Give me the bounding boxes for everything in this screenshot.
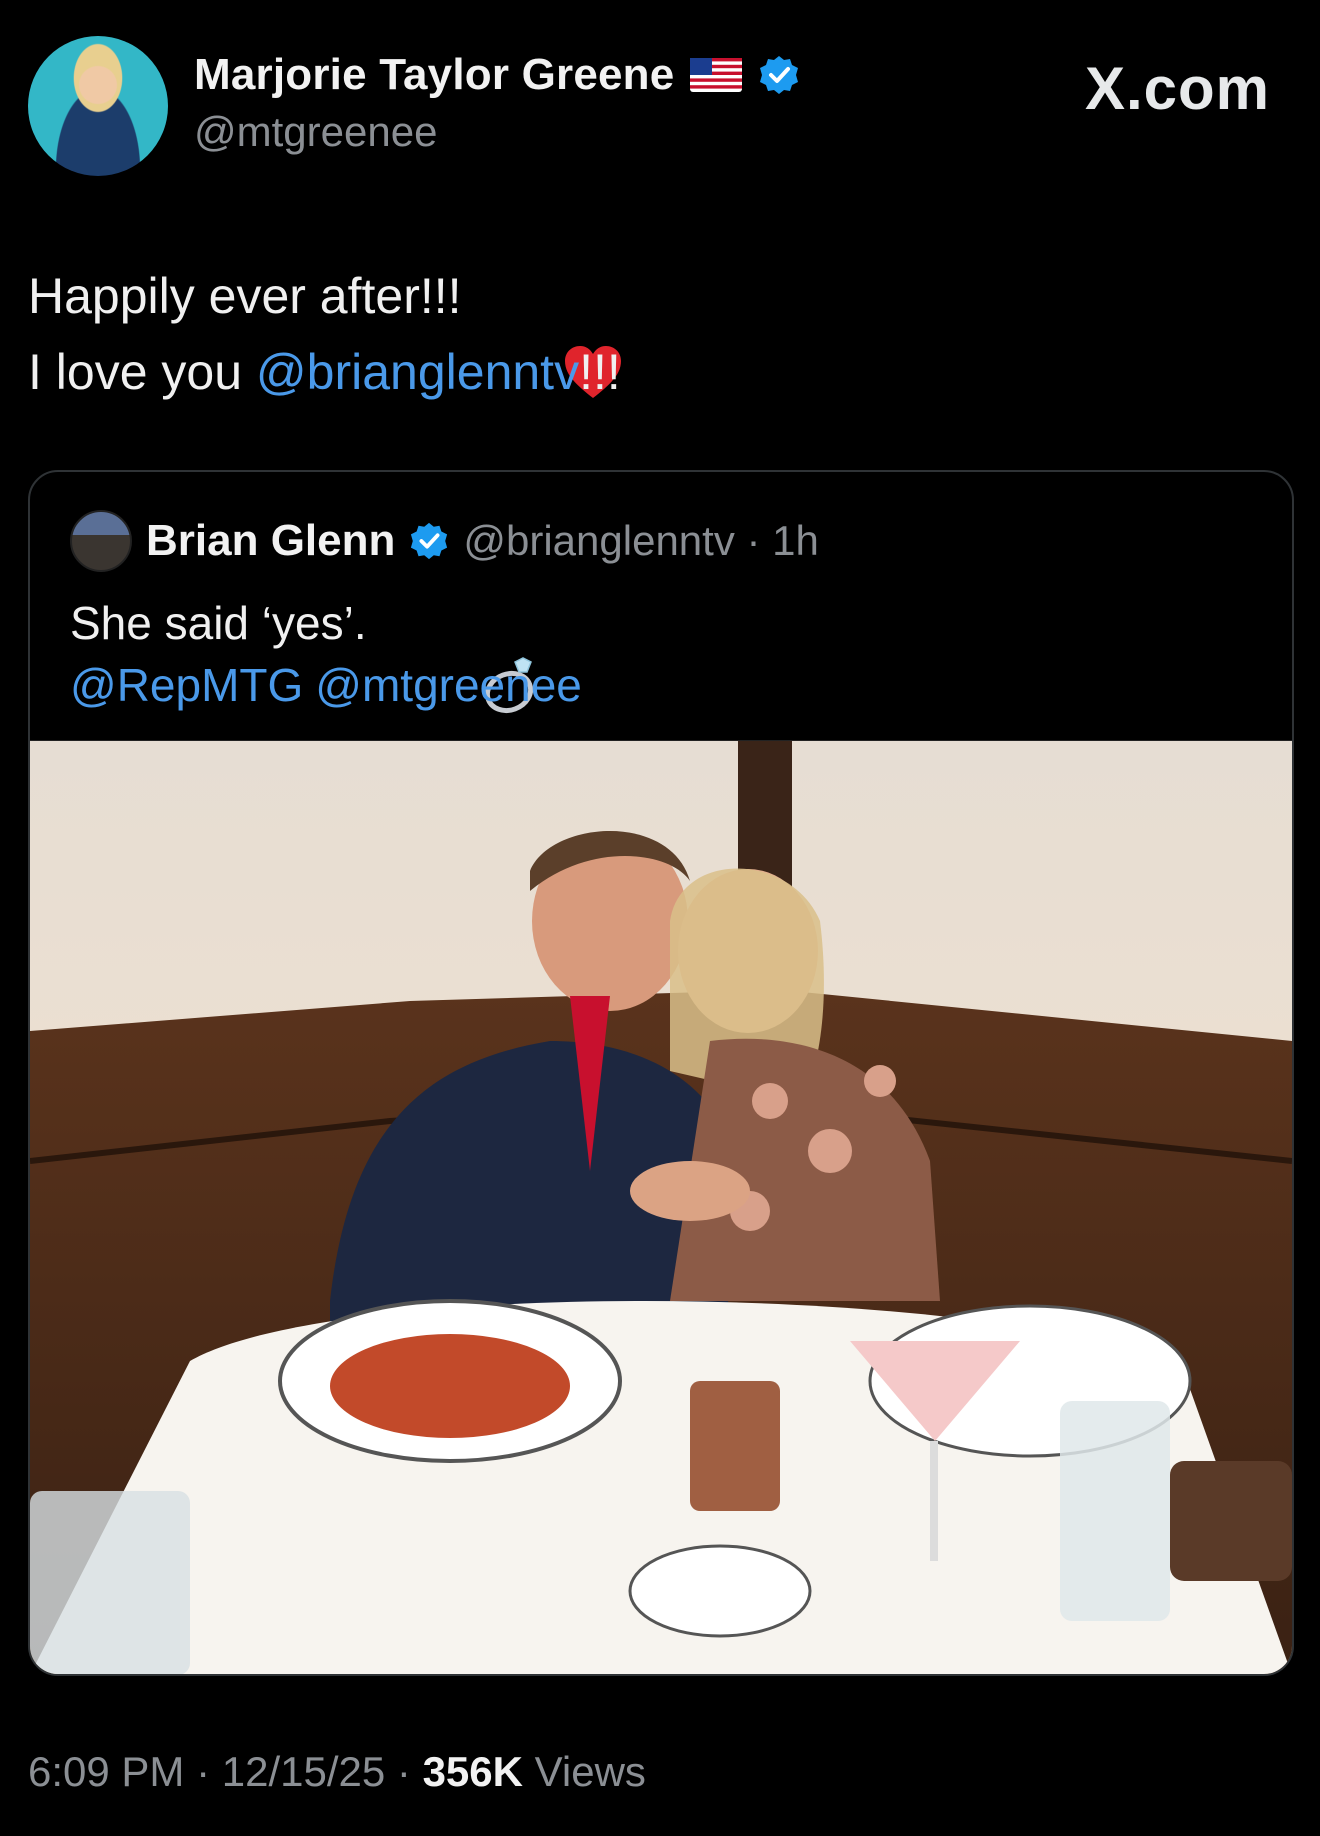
quoted-post-text: She said ‘yes’. @RepMTG @mtgreenee xyxy=(70,592,594,716)
us-flag-icon xyxy=(690,58,743,92)
quoted-author-avatar[interactable] xyxy=(70,510,132,572)
post-text-main: Happily ever after!!! xyxy=(28,268,462,324)
restaurant-photo xyxy=(30,741,1292,1674)
quoted-post-header: Brian Glenn @brianglenntv · 1h xyxy=(70,510,819,572)
quoted-text-line-1: She said ‘yes’. xyxy=(70,592,594,714)
mention-link-mtgreenee[interactable]: @mtgreenee xyxy=(315,654,582,716)
post-text-prefix: I love you xyxy=(28,344,256,400)
views-count: 356K xyxy=(422,1748,523,1795)
post-meta: 6:09 PM · 12/15/25 · 356K Views xyxy=(28,1748,646,1795)
post-header: Marjorie Taylor Greene @mtgreenee X.com xyxy=(28,36,1292,184)
views-label: Views xyxy=(534,1748,646,1795)
quoted-text-mentions: @RepMTG @mtgreenee xyxy=(70,654,594,716)
red-heart-icon xyxy=(480,268,621,398)
post-text-line-2: I love you @brianglenntv!!! xyxy=(28,334,621,410)
post-time[interactable]: 6:09 PM xyxy=(28,1748,184,1795)
post-text-line-1: Happily ever after!!! xyxy=(28,258,621,398)
post-text: Happily ever after!!! I love you @briang… xyxy=(28,258,621,410)
brand-watermark: X.com xyxy=(1084,55,1270,122)
quoted-post-card[interactable]: Brian Glenn @brianglenntv · 1h She said … xyxy=(28,470,1294,1676)
author-info: Marjorie Taylor Greene @mtgreenee xyxy=(194,50,800,156)
author-name[interactable]: Marjorie Taylor Greene xyxy=(194,50,674,100)
author-avatar[interactable] xyxy=(28,36,168,176)
mention-link-repmtg[interactable]: @RepMTG xyxy=(70,654,303,716)
ring-icon xyxy=(379,592,533,714)
quoted-author-handle[interactable]: @brianglenntv · 1h xyxy=(463,517,819,565)
quoted-post-age: 1h xyxy=(772,517,819,564)
quoted-text-main: She said ‘yes’. xyxy=(70,597,367,649)
author-handle[interactable]: @mtgreenee xyxy=(194,108,800,156)
post-date[interactable]: 12/15/25 xyxy=(222,1748,386,1795)
mention-link[interactable]: @brianglenntv xyxy=(256,334,579,410)
post-text-suffix: !!! xyxy=(579,344,621,400)
quoted-author-name[interactable]: Brian Glenn xyxy=(146,516,395,566)
verified-badge-icon xyxy=(758,54,800,96)
quoted-post-photo[interactable] xyxy=(30,740,1292,1674)
verified-badge-icon xyxy=(409,521,449,561)
